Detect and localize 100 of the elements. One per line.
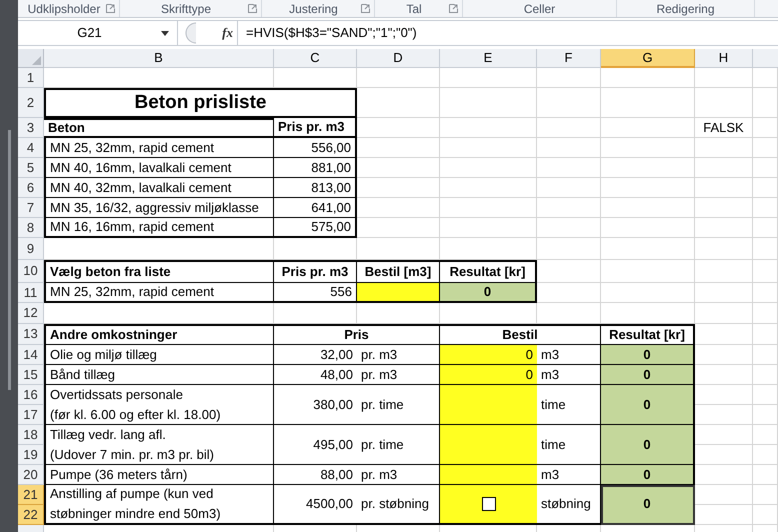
empty-cell bbox=[753, 425, 778, 445]
empty-cell bbox=[695, 405, 753, 425]
empty-cell bbox=[537, 138, 601, 158]
dialog-launcher-icon[interactable] bbox=[361, 4, 370, 13]
row-header[interactable]: 8 bbox=[18, 218, 44, 238]
table-cell: MN 40, 32mm, lavalkali cement bbox=[44, 178, 274, 198]
empty-cell bbox=[695, 260, 753, 283]
row-header[interactable]: 19 bbox=[18, 445, 44, 465]
empty-cell bbox=[695, 218, 753, 238]
input-cell[interactable] bbox=[440, 465, 537, 485]
row-header[interactable]: 5 bbox=[18, 158, 44, 178]
row-header[interactable]: 13 bbox=[18, 324, 44, 345]
row-header[interactable]: 2 bbox=[18, 88, 44, 118]
row-header[interactable]: 15 bbox=[18, 365, 44, 385]
column-header[interactable]: B bbox=[44, 49, 274, 68]
table-cell: 4500,00 bbox=[274, 485, 357, 525]
dialog-launcher-icon[interactable] bbox=[248, 4, 257, 13]
empty-cell bbox=[695, 68, 753, 88]
table-cell: MN 25, 32mm, rapid cement bbox=[44, 283, 274, 303]
select-all-icon[interactable] bbox=[32, 56, 41, 65]
table-cell: MN 16, 16mm, rapid cement bbox=[44, 218, 274, 238]
column-header[interactable]: G bbox=[601, 49, 695, 68]
row-header[interactable]: 11 bbox=[18, 283, 44, 303]
empty-cell bbox=[753, 445, 778, 465]
empty-cell bbox=[537, 238, 601, 260]
row-header[interactable]: 14 bbox=[18, 345, 44, 365]
table-cell: 575,00 bbox=[274, 218, 357, 238]
result-cell: 0 bbox=[440, 283, 537, 303]
checkbox[interactable] bbox=[482, 497, 496, 511]
dropdown-caret-icon[interactable] bbox=[161, 30, 169, 36]
empty-cell bbox=[753, 324, 778, 345]
empty-cell bbox=[537, 218, 601, 238]
column-heading: Beton bbox=[44, 118, 274, 138]
input-cell[interactable] bbox=[440, 425, 537, 465]
dialog-launcher-icon[interactable] bbox=[106, 4, 115, 13]
row-header[interactable]: 7 bbox=[18, 198, 44, 218]
ribbon-group-label: Justering bbox=[288, 0, 339, 18]
empty-cell bbox=[537, 198, 601, 218]
empty-cell bbox=[753, 218, 778, 238]
row-header[interactable]: 3 bbox=[18, 118, 44, 138]
column-header[interactable]: C bbox=[274, 49, 357, 68]
row-header[interactable]: 9 bbox=[18, 238, 44, 260]
empty-cell bbox=[753, 138, 778, 158]
empty-cell bbox=[753, 345, 778, 365]
empty-cell bbox=[537, 303, 601, 324]
empty-cell bbox=[753, 118, 778, 138]
column-header[interactable]: F bbox=[537, 49, 601, 68]
input-cell[interactable] bbox=[357, 283, 440, 303]
result-cell: 0 bbox=[601, 385, 695, 425]
row-header[interactable]: 18 bbox=[18, 425, 44, 445]
row-header[interactable]: 10 bbox=[18, 260, 44, 283]
row-header[interactable]: 21 bbox=[18, 485, 44, 505]
empty-cell bbox=[695, 303, 753, 324]
empty-cell bbox=[753, 385, 778, 405]
row-header[interactable]: 12 bbox=[18, 303, 44, 324]
empty-cell bbox=[753, 238, 778, 260]
name-box[interactable]: G21 bbox=[18, 21, 178, 45]
column-header[interactable]: E bbox=[440, 49, 537, 68]
table-cell: Anstilling af pumpe (kun ved støbninger mindre end 50m3) bbox=[44, 485, 274, 525]
empty-cell bbox=[753, 283, 778, 303]
dialog-launcher-icon[interactable] bbox=[449, 4, 458, 13]
empty-cell bbox=[753, 505, 778, 525]
column-heading: Vælg beton fra liste bbox=[44, 260, 274, 283]
result-cell: 0 bbox=[601, 425, 695, 465]
table-cell: 380,00 bbox=[274, 385, 357, 425]
table-cell: Olie og miljø tillæg bbox=[44, 345, 274, 365]
row-header[interactable]: 22 bbox=[18, 505, 44, 525]
ribbon-group-label: Celler bbox=[522, 0, 556, 18]
row-header[interactable]: 4 bbox=[18, 138, 44, 158]
empty-cell bbox=[695, 445, 753, 465]
empty-cell bbox=[695, 505, 753, 525]
column-heading: Andre omkostninger bbox=[44, 324, 274, 345]
row-header[interactable]: 16 bbox=[18, 385, 44, 405]
table-cell: MN 40, 16mm, lavalkali cement bbox=[44, 158, 274, 178]
table-cell: Bånd tillæg bbox=[44, 365, 274, 385]
empty-cell bbox=[753, 198, 778, 218]
row-header[interactable]: 6 bbox=[18, 178, 44, 198]
row-header[interactable]: 1 bbox=[18, 68, 44, 88]
input-cell[interactable] bbox=[440, 385, 537, 425]
insert-function-button[interactable]: fx bbox=[222, 23, 233, 43]
ribbon-group-label: Skrifttype bbox=[160, 0, 212, 18]
column-header[interactable]: D bbox=[357, 49, 440, 68]
result-cell: 0 bbox=[601, 485, 695, 525]
input-cell[interactable]: 0 bbox=[440, 345, 537, 365]
empty-cell bbox=[695, 485, 753, 505]
empty-cell bbox=[695, 138, 753, 158]
empty-cell bbox=[753, 260, 778, 283]
empty-cell bbox=[753, 465, 778, 485]
row-header[interactable]: 20 bbox=[18, 465, 44, 485]
empty-cell bbox=[695, 158, 753, 178]
row-header[interactable]: 17 bbox=[18, 405, 44, 425]
empty-cell bbox=[753, 68, 778, 88]
empty-cell bbox=[695, 283, 753, 303]
input-cell[interactable]: 0 bbox=[440, 365, 537, 385]
empty-cell bbox=[695, 385, 753, 405]
result-cell: 0 bbox=[601, 465, 695, 485]
empty-cell bbox=[753, 303, 778, 324]
table-cell: 495,00 bbox=[274, 425, 357, 465]
result-cell: 0 bbox=[601, 345, 695, 365]
column-header[interactable]: H bbox=[695, 49, 753, 68]
